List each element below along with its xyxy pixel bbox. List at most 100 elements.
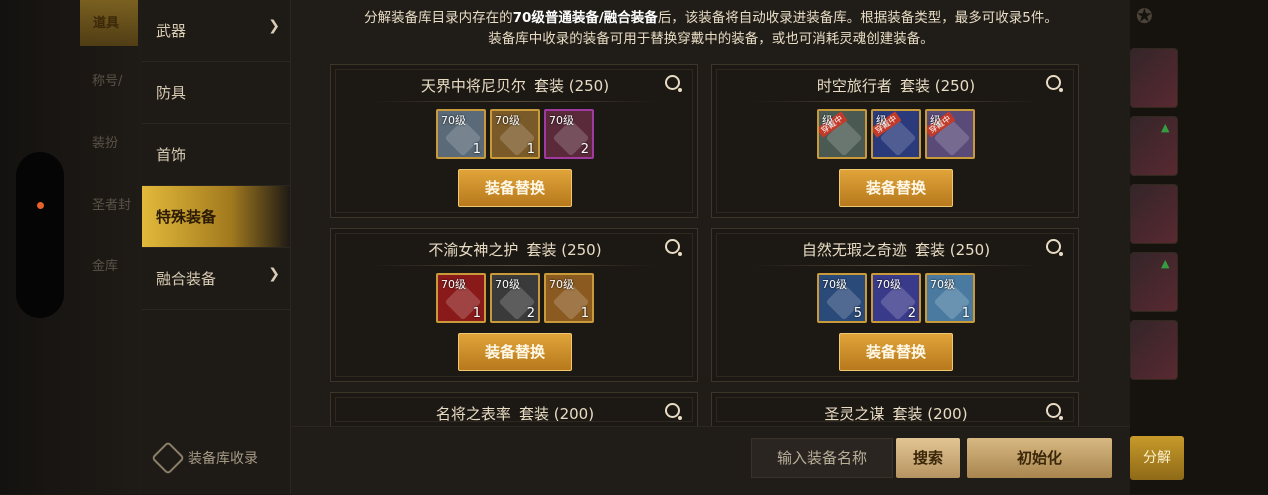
equipment-library-panel: 武器 ❯ 防具 首饰 特殊装备 融合装备 ❯ 装备库收录 分解装备库目录内存在的… (142, 0, 1130, 495)
item-slot[interactable]: 70级 1 (436, 109, 486, 159)
item-level: 级 (930, 114, 941, 127)
nav-item-label: 特殊装备 (156, 208, 217, 226)
item-count: 5 (853, 306, 862, 321)
set-label: 套装 (892, 405, 923, 423)
library-collection-link[interactable]: 装备库收录 (151, 441, 258, 475)
item-slot[interactable]: 穿戴中级 (925, 109, 975, 159)
set-card: 时空旅行者 套装 (250) 穿戴中级穿戴中级穿戴中级装备替换 (711, 64, 1079, 218)
nav-item-label: 融合装备 (156, 270, 217, 288)
category-nav: 武器 ❯ 防具 首饰 特殊装备 融合装备 ❯ 装备库收录 (142, 0, 291, 494)
set-title: 圣灵之谋 套装 (200) (712, 403, 1080, 424)
item-count: 2 (526, 306, 535, 321)
set-label: 套装 (526, 241, 557, 259)
item-level: 级 (822, 114, 833, 127)
swap-equipment-button[interactable]: 装备替换 (839, 333, 953, 371)
set-name: 圣灵之谋 (824, 405, 885, 423)
swap-equipment-button[interactable]: 装备替换 (458, 333, 572, 371)
collection-icon (151, 441, 185, 475)
library-collection-label: 装备库收录 (188, 451, 258, 467)
nav-item-armor[interactable]: 防具 (142, 62, 290, 124)
item-row: 70级 1 70级 1 70级 2 (331, 109, 699, 159)
item-level: 70级 (549, 278, 574, 291)
item-level: 70级 (441, 278, 466, 291)
inventory-thumb[interactable]: ▲ (1130, 252, 1178, 312)
item-level: 70级 (441, 114, 466, 127)
item-slot[interactable]: 70级 5 (817, 273, 867, 323)
magnifier-icon[interactable] (665, 75, 683, 93)
info-line1-suffix: 后，该装备将自动收录进装备库。根据装备类型，最多可收录5件。 (657, 10, 1058, 26)
set-card: 圣灵之谋 套装 (200) (711, 392, 1079, 426)
divider (371, 265, 657, 266)
item-level: 70级 (930, 278, 955, 291)
up-arrow-icon: ▲ (1161, 121, 1170, 134)
item-count: 2 (907, 306, 916, 321)
set-name: 时空旅行者 (816, 77, 892, 95)
nav-item-fusion[interactable]: 融合装备 ❯ (142, 248, 290, 310)
disassemble-button[interactable]: 分解 (1130, 436, 1184, 480)
magnifier-icon[interactable] (665, 403, 683, 421)
set-name: 不渝女神之护 (428, 241, 519, 259)
set-title: 名将之表率 套装 (200) (331, 403, 699, 424)
set-score: (200) (927, 405, 968, 423)
set-card: 自然无瑕之奇迹 套装 (250) 70级 5 70级 2 70级 1 装备替换 (711, 228, 1079, 382)
item-slot[interactable]: 70级 1 (925, 273, 975, 323)
reset-button[interactable]: 初始化 (967, 438, 1112, 478)
side-handle[interactable] (16, 152, 64, 318)
magnifier-icon[interactable] (1046, 403, 1064, 421)
nav-item-label: 防具 (156, 84, 187, 102)
up-arrow-icon: ▲ (1161, 257, 1170, 270)
item-row: 70级 1 70级 2 70级 1 (331, 273, 699, 323)
item-level: 70级 (495, 114, 520, 127)
swap-equipment-button[interactable]: 装备替换 (458, 169, 572, 207)
nav-item-accessory[interactable]: 首饰 (142, 124, 290, 186)
nav-item-weapon[interactable]: 武器 ❯ (142, 0, 290, 62)
item-slot[interactable]: 穿戴中级 (871, 109, 921, 159)
item-slot[interactable]: 70级 2 (871, 273, 921, 323)
item-slot[interactable]: 70级 1 (490, 109, 540, 159)
set-title: 天界中将尼贝尔 套装 (250) (331, 75, 699, 96)
nav-item-special[interactable]: 特殊装备 (142, 186, 290, 248)
background-label: 金库 (92, 259, 119, 274)
set-name: 自然无瑕之奇迹 (801, 241, 907, 259)
search-button[interactable]: 搜索 (896, 438, 960, 478)
search-input[interactable]: 输入装备名称 (751, 438, 893, 478)
item-slot[interactable]: 70级 1 (544, 273, 594, 323)
info-text: 分解装备库目录内存在的70级普通装备/融合装备后，该装备将自动收录进装备库。根据… (292, 8, 1130, 50)
item-slot[interactable]: 70级 2 (490, 273, 540, 323)
magnifier-icon[interactable] (1046, 239, 1064, 257)
item-count: 2 (580, 142, 589, 157)
item-count: 1 (526, 142, 535, 157)
chevron-down-icon: ❯ (268, 18, 280, 34)
inventory-thumb[interactable] (1130, 320, 1178, 380)
set-label: 套装 (899, 77, 930, 95)
set-card: 名将之表率 套装 (200) (330, 392, 698, 426)
set-score: (250) (568, 77, 610, 95)
inventory-thumb[interactable] (1130, 184, 1178, 244)
set-name: 天界中将尼贝尔 (420, 77, 526, 95)
item-count: 1 (472, 142, 481, 157)
set-title: 自然无瑕之奇迹 套装 (250) (712, 239, 1080, 260)
inventory-thumb[interactable] (1130, 48, 1178, 108)
item-count: 1 (580, 306, 589, 321)
item-row: 穿戴中级穿戴中级穿戴中级 (712, 109, 1080, 159)
magnifier-icon[interactable] (1046, 75, 1064, 93)
set-label: 套装 (533, 77, 564, 95)
set-name: 名将之表率 (435, 405, 511, 423)
item-slot[interactable]: 穿戴中级 (817, 109, 867, 159)
item-slot[interactable]: 70级 1 (436, 273, 486, 323)
background-label: 圣者封 (92, 198, 132, 213)
inventory-thumb[interactable]: ▲ (1130, 116, 1178, 176)
item-slot[interactable]: 70级 2 (544, 109, 594, 159)
info-line1-bold: 70级普通装备/融合装备 (512, 10, 658, 26)
set-label: 套装 (518, 405, 549, 423)
magnifier-icon[interactable] (665, 239, 683, 257)
indicator-dot (37, 202, 44, 209)
set-score: (250) (949, 241, 991, 259)
background-label: 装扮 (92, 136, 119, 151)
set-score: (200) (553, 405, 595, 423)
set-title: 时空旅行者 套装 (250) (712, 75, 1080, 96)
star-icon: ✪ (1136, 4, 1153, 28)
swap-equipment-button[interactable]: 装备替换 (839, 169, 953, 207)
info-line2: 装备库中收录的装备可用于替换穿戴中的装备，或也可消耗灵魂创建装备。 (488, 31, 934, 47)
item-row: 70级 5 70级 2 70级 1 (712, 273, 1080, 323)
